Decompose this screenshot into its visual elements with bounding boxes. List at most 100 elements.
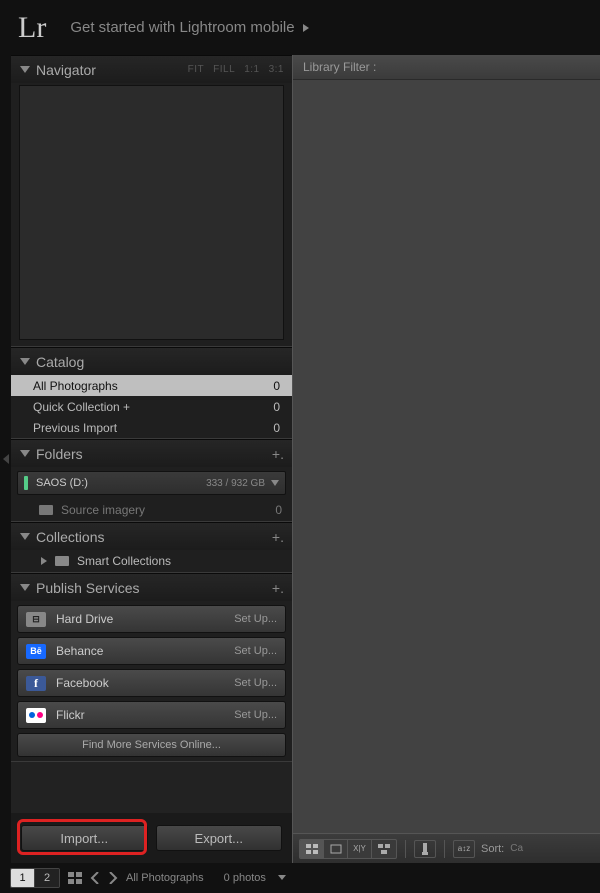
loupe-view-icon[interactable]	[324, 840, 348, 858]
publish-item-label: Facebook	[56, 676, 234, 690]
catalog-item-label: Previous Import	[33, 421, 273, 435]
zoom-fit[interactable]: FIT	[188, 64, 205, 75]
catalog-header[interactable]: Catalog	[11, 348, 292, 375]
add-folder-icon[interactable]: +.	[272, 446, 284, 462]
catalog-item-label: Quick Collection +	[33, 400, 273, 414]
navigator-zoom-options[interactable]: FIT FILL 1:1 3:1	[188, 64, 284, 75]
publish-services-panel: Publish Services +. ⊟ Hard Drive Set Up.…	[11, 573, 292, 762]
find-more-services-button[interactable]: Find More Services Online...	[17, 733, 286, 757]
jump-to-grid-icon[interactable]	[68, 872, 82, 884]
separator	[444, 840, 445, 858]
export-button[interactable]: Export...	[156, 825, 283, 851]
publish-setup-action[interactable]: Set Up...	[234, 677, 277, 689]
separator	[405, 840, 406, 858]
folder-source-imagery[interactable]: Source imagery 0	[11, 499, 292, 521]
catalog-item-count: 0	[273, 379, 280, 393]
navigator-title: Navigator	[36, 62, 188, 78]
volume-saos-d[interactable]: SAOS (D:) 333 / 932 GB	[17, 471, 286, 495]
view-mode-switcher[interactable]: X|Y	[299, 839, 397, 859]
folder-label: Source imagery	[61, 503, 275, 517]
publish-item-label: Hard Drive	[56, 612, 234, 626]
navigator-preview[interactable]	[19, 85, 284, 340]
filmstrip-count[interactable]: 0 photos	[224, 872, 266, 884]
navigator-header[interactable]: Navigator FIT FILL 1:1 3:1	[11, 56, 292, 83]
disclosure-down-icon	[19, 531, 30, 542]
nav-back-icon[interactable]	[90, 872, 100, 884]
navigator-panel: Navigator FIT FILL 1:1 3:1	[11, 55, 292, 347]
volume-status-icon	[24, 476, 28, 490]
publish-item-label: Flickr	[56, 708, 234, 722]
panel-collapse-icon	[3, 454, 9, 464]
painter-tool-icon[interactable]	[414, 840, 436, 858]
disclosure-down-icon	[19, 582, 30, 593]
header: Lr Get started with Lightroom mobile	[0, 0, 600, 55]
zoom-3-1[interactable]: 3:1	[269, 64, 284, 75]
mobile-promo-link[interactable]: Get started with Lightroom mobile	[70, 19, 308, 36]
filmstrip-bar: 1 2 All Photographs 0 photos	[0, 863, 600, 893]
survey-view-icon[interactable]	[372, 840, 396, 858]
chevron-down-icon	[278, 875, 286, 881]
grid-view-icon[interactable]	[300, 840, 324, 858]
catalog-quick-collection[interactable]: Quick Collection + 0	[11, 396, 292, 417]
folders-header[interactable]: Folders +.	[11, 440, 292, 467]
catalog-list: All Photographs 0 Quick Collection + 0 P…	[11, 375, 292, 438]
chevron-down-icon	[271, 480, 279, 486]
add-collection-icon[interactable]: +.	[272, 529, 284, 545]
image-grid[interactable]	[293, 80, 600, 833]
catalog-all-photographs[interactable]: All Photographs 0	[11, 375, 292, 396]
monitor-switcher[interactable]: 1 2	[10, 868, 60, 888]
disclosure-down-icon	[19, 64, 30, 75]
publish-facebook[interactable]: f Facebook Set Up...	[17, 669, 286, 697]
smart-collections-item[interactable]: Smart Collections	[11, 550, 292, 572]
publish-setup-action[interactable]: Set Up...	[234, 709, 277, 721]
import-button[interactable]: Import...	[21, 825, 148, 851]
volume-label: SAOS (D:)	[36, 477, 206, 489]
publish-behance[interactable]: Bē Behance Set Up...	[17, 637, 286, 665]
primary-monitor-button[interactable]: 1	[11, 869, 35, 887]
compare-view-icon[interactable]: X|Y	[348, 840, 372, 858]
filmstrip-source-label[interactable]: All Photographs	[126, 872, 204, 884]
volume-size: 333 / 932 GB	[206, 478, 265, 489]
catalog-item-count: 0	[273, 421, 280, 435]
publish-setup-action[interactable]: Set Up...	[234, 613, 277, 625]
smart-collections-label: Smart Collections	[77, 554, 171, 568]
publish-title: Publish Services	[36, 580, 268, 596]
left-edge-gutter[interactable]	[0, 55, 11, 863]
flickr-icon	[26, 708, 46, 723]
zoom-1-1[interactable]: 1:1	[244, 64, 259, 75]
folders-panel: Folders +. SAOS (D:) 333 / 932 GB Source…	[11, 439, 292, 522]
mobile-promo-label: Get started with Lightroom mobile	[70, 19, 294, 36]
publish-flickr[interactable]: Flickr Set Up...	[17, 701, 286, 729]
sort-direction-icon[interactable]: a↕z	[453, 840, 475, 858]
catalog-item-count: 0	[273, 400, 280, 414]
publish-setup-action[interactable]: Set Up...	[234, 645, 277, 657]
zoom-fill[interactable]: FILL	[213, 64, 235, 75]
sort-label: Sort:	[481, 843, 504, 855]
chevron-right-icon	[303, 24, 309, 32]
nav-forward-icon[interactable]	[108, 872, 118, 884]
library-filter-label: Library Filter :	[303, 60, 376, 74]
publish-item-label: Behance	[56, 644, 234, 658]
catalog-item-label: All Photographs	[33, 379, 273, 393]
app-logo: Lr	[18, 11, 46, 45]
left-panel: Navigator FIT FILL 1:1 3:1 Catalog	[11, 55, 292, 863]
folders-title: Folders	[36, 446, 268, 462]
grid-toolbar: X|Y a↕z Sort: Ca	[293, 833, 600, 863]
collection-set-icon	[55, 556, 69, 566]
collections-header[interactable]: Collections +.	[11, 523, 292, 550]
sort-field-dropdown[interactable]: Ca	[510, 843, 523, 854]
chevron-right-icon	[41, 557, 47, 565]
folder-count: 0	[275, 503, 282, 517]
publish-header[interactable]: Publish Services +.	[11, 574, 292, 601]
catalog-title: Catalog	[36, 354, 284, 370]
disclosure-down-icon	[19, 448, 30, 459]
library-filter-bar[interactable]: Library Filter :	[293, 55, 600, 80]
add-publish-service-icon[interactable]: +.	[272, 580, 284, 596]
catalog-previous-import[interactable]: Previous Import 0	[11, 417, 292, 438]
secondary-monitor-button[interactable]: 2	[35, 869, 59, 887]
lightroom-window: Lr Get started with Lightroom mobile Nav…	[0, 0, 600, 893]
behance-icon: Bē	[26, 644, 46, 659]
publish-hard-drive[interactable]: ⊟ Hard Drive Set Up...	[17, 605, 286, 633]
left-panel-footer: Import... Export...	[11, 813, 292, 863]
disclosure-down-icon	[19, 356, 30, 367]
